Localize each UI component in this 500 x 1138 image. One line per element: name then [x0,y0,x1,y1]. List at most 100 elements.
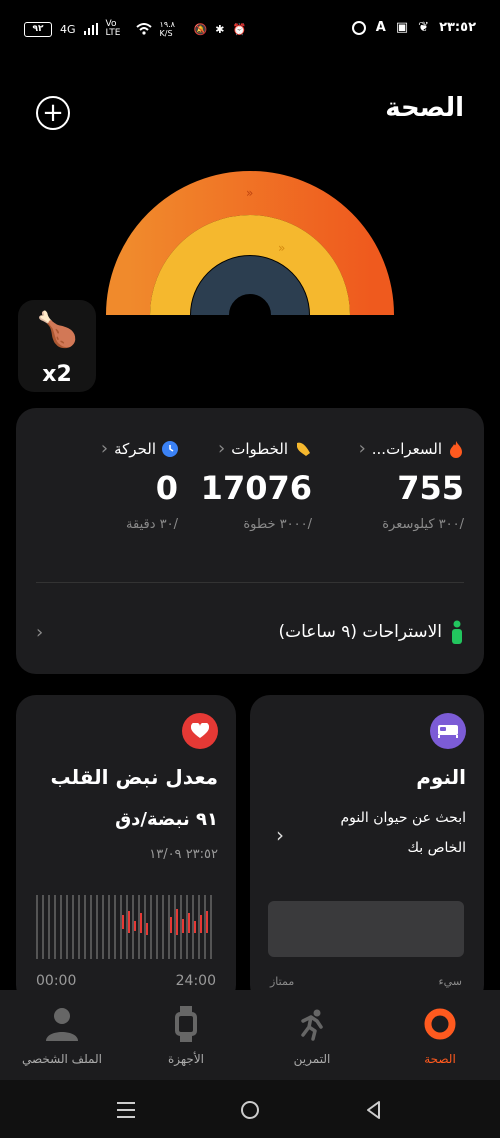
volte-indicator: Vo LTE [105,19,121,38]
hr-background-bar [120,895,122,959]
move-value: 0 [155,469,178,507]
heart-axis-end: 24:00 [175,973,216,989]
reward-multiplier: x2 [42,362,72,387]
chevron-right-icon[interactable]: › [276,823,284,847]
hr-sample-bar [146,923,148,935]
hr-background-bar [192,895,194,959]
sleep-chart-placeholder [268,901,464,957]
chevron-left-icon: ‹ [218,438,226,459]
flame-icon [450,440,462,458]
hr-background-bar [126,895,128,959]
hr-background-bar [114,895,116,959]
reward-badge[interactable]: 🍗 x2 [18,300,96,392]
nav-health-label: الصحة [424,1052,456,1066]
bluetooth-icon: ✱ [215,22,225,36]
hr-background-bar [162,895,164,959]
move-metric[interactable]: الحركة ‹ 0 /٣٠ دقيقة [101,438,178,532]
hr-sample-bar [200,915,202,933]
svg-text:»: » [278,241,285,255]
notification-icon [351,20,366,35]
chevron-left-icon: ‹ [36,621,44,643]
heart-rate-card[interactable]: معدل نبض القلب ٩١ نبضة/دق ٢٣:٥٢ ١٣/٠٩ 00… [16,695,236,1005]
sleep-axis-left: ممتاز [270,975,295,988]
heart-axis-start: 00:00 [36,973,77,989]
footprint-icon [297,442,310,456]
steps-metric[interactable]: الخطوات ‹ 17076 /٣٠٠٠ خطوة [201,438,312,532]
sleep-axis-right: سيء [438,975,462,988]
drumstick-icon: 🍗 [36,310,79,350]
nav-workout-label: التمرين [293,1052,331,1066]
wifi-icon [135,23,152,35]
hr-background-bar [72,895,74,959]
calories-label: السعرات... [371,439,442,458]
nav-devices-label: الأجهزة [167,1052,205,1066]
sleep-description: ابحث عن حيوان النوم الخاص بك [340,810,467,856]
system-navigation-bar [0,1080,500,1138]
hr-background-bar [204,895,206,959]
hr-background-bar [102,895,104,959]
butterfly-icon: ❦ [418,20,430,35]
sleep-card[interactable]: النوم ابحث عن حيوان النوم الخاص بك › ممت… [250,695,484,1005]
nav-profile[interactable]: الملف الشخصي [12,1004,112,1066]
hr-sample-bar [170,917,172,933]
hr-background-bar [60,895,62,959]
rest-row[interactable]: الاستراحات (٩ ساعات) ‹ [36,612,464,652]
chevron-left-icon: ‹ [100,438,109,459]
hr-background-bar [150,895,152,959]
hr-sample-bar [134,921,136,931]
hr-background-bar [96,895,98,959]
hr-background-bar [198,895,200,959]
move-label: الحركة [114,439,156,458]
move-goal: /٣٠ دقيقة [126,517,178,532]
steps-value: 17076 [200,469,312,507]
nav-workout[interactable]: التمرين [262,1004,362,1066]
bottom-navigation: الصحة التمرين الأجهزة الملف الشخصي [0,990,500,1080]
running-icon [301,1009,323,1041]
hr-sample-bar [206,911,208,933]
hr-background-bar [78,895,80,959]
chevron-left-icon: ‹ [358,438,366,459]
network-type: 4G [60,22,76,36]
hr-background-bar [132,895,134,959]
status-time: ٢٣:٥٢ [439,20,476,35]
battery-level: ٩٢ [32,24,44,34]
hr-background-bar [186,895,188,959]
heart-rate-value: ٩١ نبضة/دق [115,809,218,830]
hr-background-bar [108,895,110,959]
nav-health[interactable]: الصحة [390,1004,490,1066]
hr-sample-bar [188,913,190,933]
nav-devices[interactable]: الأجهزة [136,1004,236,1066]
clock-icon [162,440,178,457]
person-icon [46,1008,78,1041]
hr-background-bar [48,895,50,959]
activity-card[interactable]: السعرات... ‹ 755 /٣٠٠ كيلوسعرة الخطوات ‹… [16,408,484,674]
health-ring-icon [424,1008,456,1040]
bed-icon [430,713,466,749]
hr-background-bar [144,895,146,959]
heart-rate-chart [36,895,212,959]
steps-label: الخطوات [231,439,288,458]
signal-icon [83,23,98,35]
heart-rate-timestamp: ٢٣:٥٢ ١٣/٠٩ [149,847,218,862]
calories-metric[interactable]: السعرات... ‹ 755 /٣٠٠ كيلوسعرة [359,438,464,532]
hr-background-bar [210,895,212,959]
add-button[interactable]: + [36,96,70,130]
hr-sample-bar [122,915,124,929]
page-title: الصحة [385,93,464,123]
calories-value: 755 [397,469,464,507]
hr-sample-bar [176,909,178,935]
sleep-title: النوم [416,765,466,789]
hr-background-bar [54,895,56,959]
hr-background-bar [42,895,44,959]
rest-label: الاستراحات (٩ ساعات) [278,622,442,642]
menu-icon[interactable] [114,1098,138,1122]
hr-background-bar [90,895,92,959]
back-icon[interactable] [362,1098,386,1122]
nav-profile-label: الملف الشخصي [22,1052,102,1066]
hr-sample-bar [194,921,196,933]
plus-icon: + [42,98,64,128]
hr-sample-bar [182,919,184,933]
hr-sample-bar [128,911,130,933]
heart-icon [182,713,218,749]
home-icon[interactable] [238,1098,262,1122]
